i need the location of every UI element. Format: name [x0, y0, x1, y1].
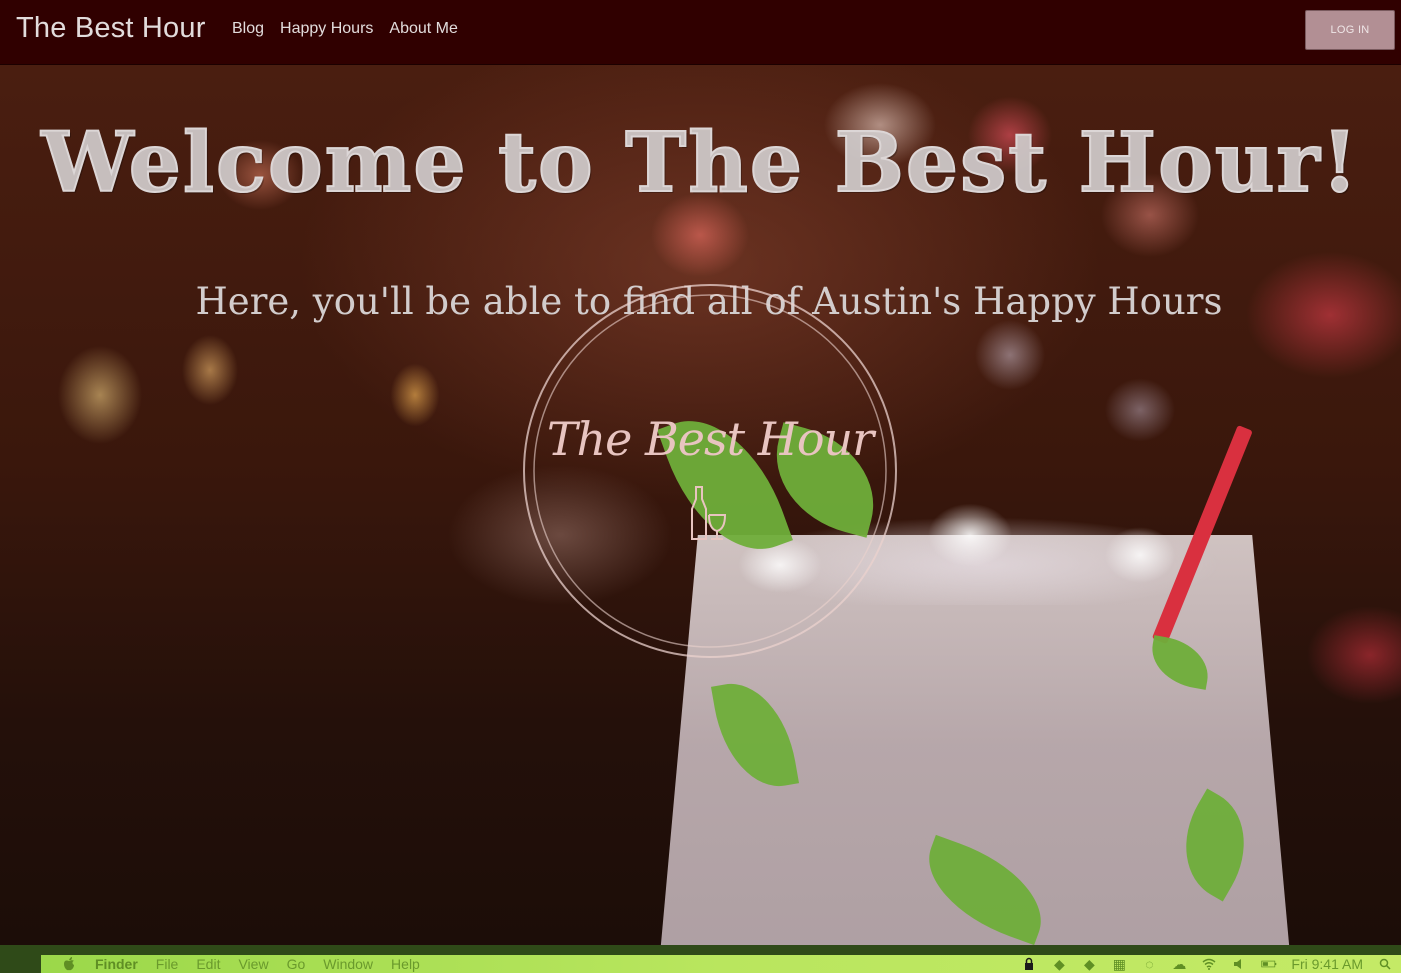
top-navbar: The Best Hour Blog Happy Hours About Me …: [0, 0, 1401, 65]
bottle-glass-icon: [691, 486, 727, 540]
menubar-item-go[interactable]: Go: [287, 956, 306, 972]
grid-icon[interactable]: ▦: [1111, 956, 1127, 972]
status-extension-icon[interactable]: ◆: [1081, 956, 1097, 972]
menubar-clock[interactable]: Fri 9:41 AM: [1291, 956, 1363, 972]
nav-link-about-me[interactable]: About Me: [389, 20, 457, 38]
menubar-item-edit[interactable]: Edit: [196, 956, 220, 972]
brand-link[interactable]: The Best Hour: [16, 12, 206, 45]
nav-links: Blog Happy Hours About Me: [232, 20, 458, 38]
menubar-item-view[interactable]: View: [238, 956, 268, 972]
nav-link-blog[interactable]: Blog: [232, 20, 264, 38]
volume-icon[interactable]: [1231, 957, 1247, 971]
spotlight-icon[interactable]: [1377, 957, 1393, 971]
apple-icon[interactable]: [61, 957, 77, 971]
menubar-app-finder[interactable]: Finder: [95, 956, 138, 972]
status-extension-icon[interactable]: ◆: [1051, 956, 1067, 972]
cloud-icon[interactable]: ☁: [1171, 956, 1187, 972]
mac-menubar: Finder File Edit View Go Window Help ◆ ◆…: [41, 955, 1401, 973]
site-logo: The Best Hour: [516, 277, 904, 665]
menubar-item-window[interactable]: Window: [323, 956, 373, 972]
hero-title: Welcome to The Best Hour!: [40, 114, 1360, 212]
sync-icon[interactable]: ◌: [1141, 956, 1157, 972]
login-button[interactable]: LOG IN: [1305, 10, 1395, 50]
lock-icon[interactable]: [1021, 957, 1037, 971]
wifi-icon[interactable]: [1201, 957, 1217, 971]
menubar-item-file[interactable]: File: [156, 956, 179, 972]
logo-text: The Best Hour: [546, 412, 874, 466]
logo-circle-icon: [523, 284, 897, 658]
hero-section: Welcome to The Best Hour! Here, you'll b…: [0, 65, 1401, 945]
battery-icon[interactable]: [1261, 957, 1277, 971]
nav-link-happy-hours[interactable]: Happy Hours: [280, 20, 373, 38]
menubar-item-help[interactable]: Help: [391, 956, 420, 972]
